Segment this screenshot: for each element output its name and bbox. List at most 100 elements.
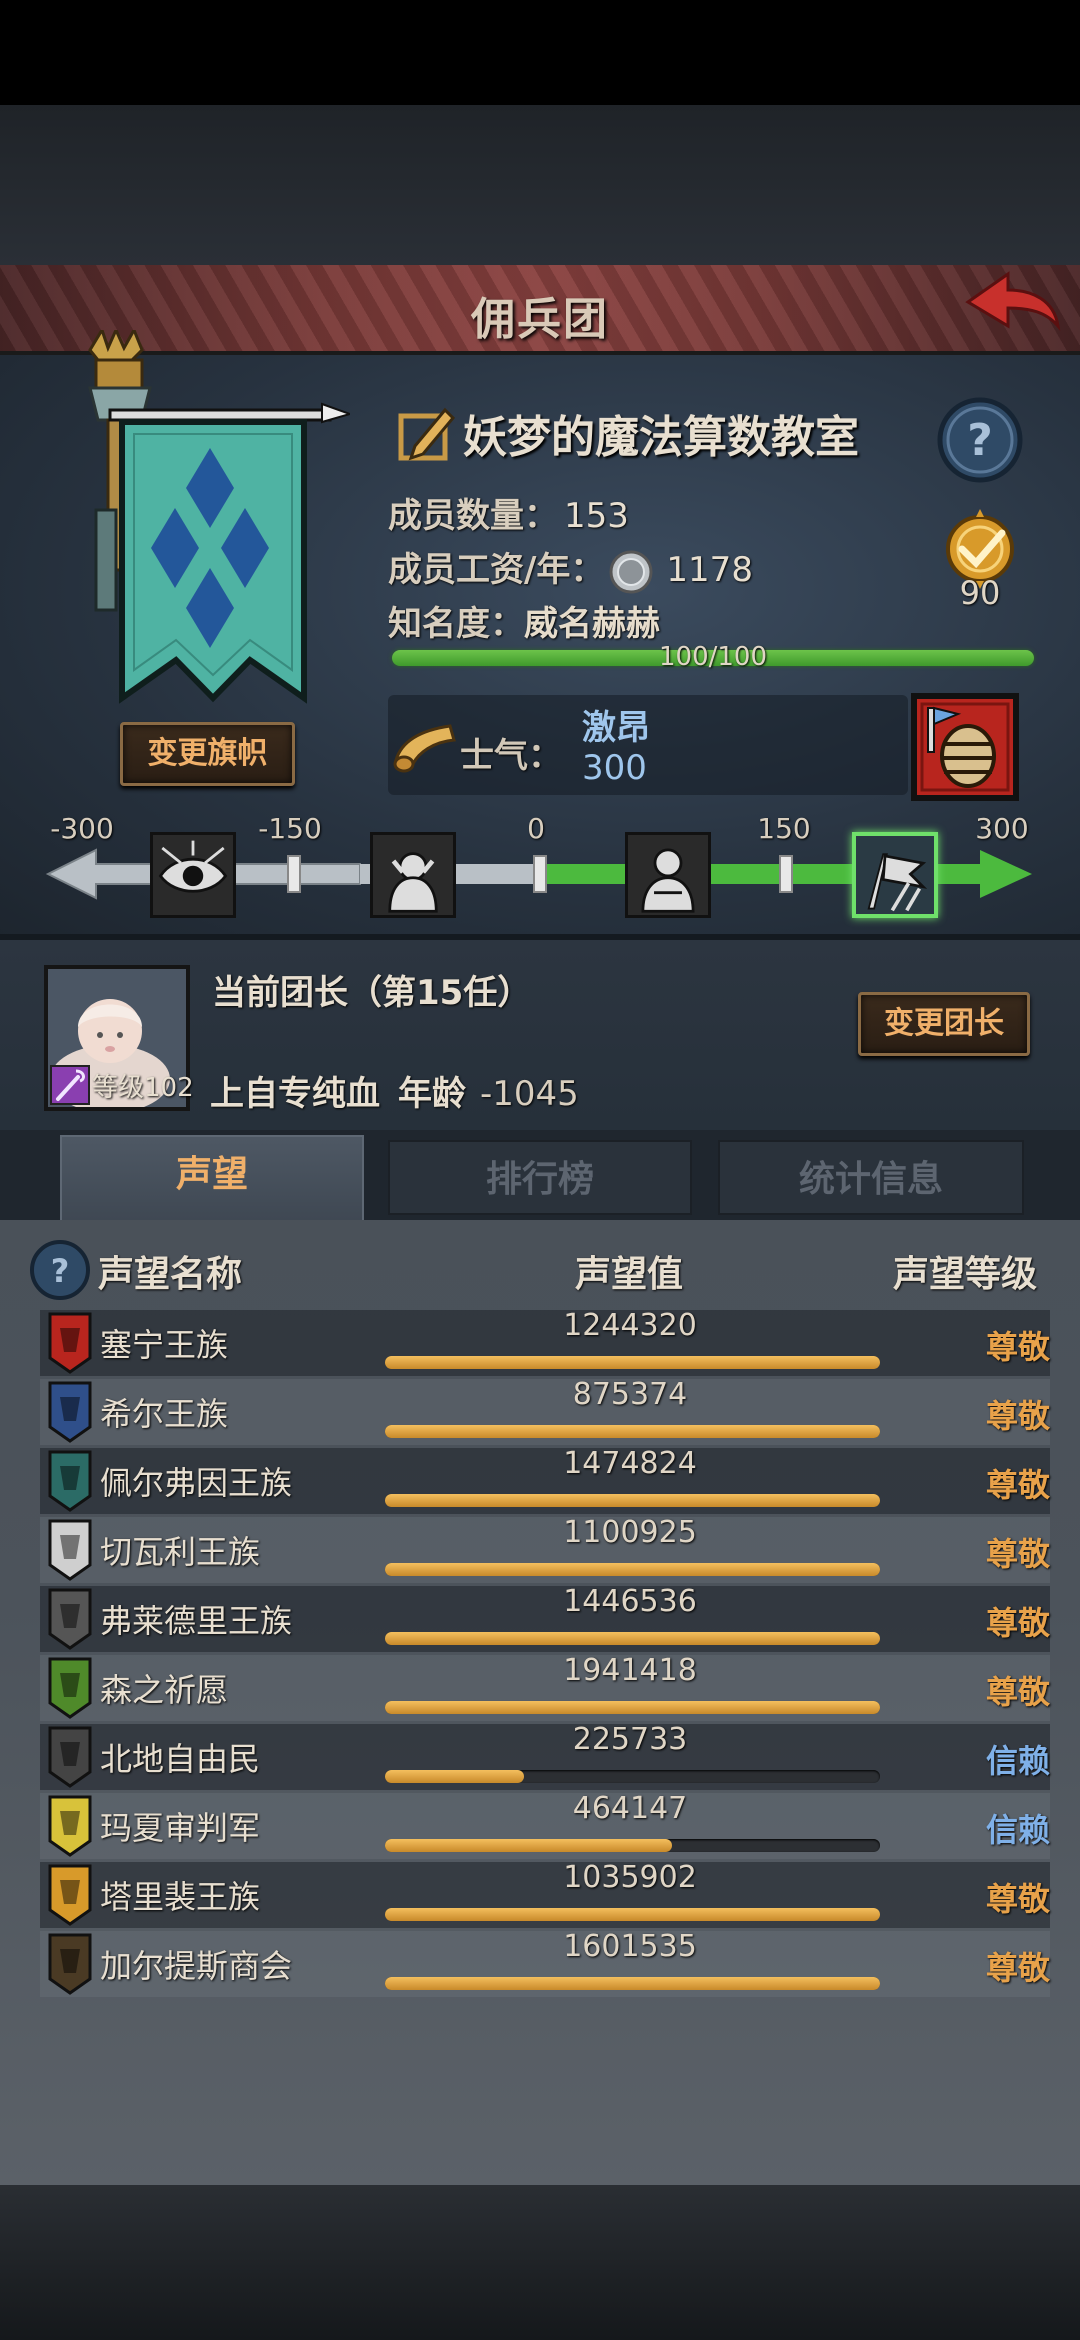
- member-wage: 1178: [666, 550, 753, 590]
- reputation-progress-bar: [385, 1632, 880, 1645]
- reputation-value: 1941418: [563, 1653, 697, 1688]
- reputation-value: 1035902: [563, 1860, 697, 1895]
- guild-name-row: 妖梦的魔法算数教室: [395, 398, 859, 468]
- reputation-level: 尊敬: [985, 1673, 1050, 1711]
- reputation-level: 尊敬: [985, 1328, 1050, 1366]
- reputation-level: 尊敬: [985, 1397, 1050, 1435]
- mage-class-icon: [50, 1065, 90, 1105]
- reputation-value: 1601535: [563, 1929, 697, 1964]
- morale-inspired-icon[interactable]: [852, 832, 938, 918]
- achievement-count: 90: [959, 574, 1001, 612]
- reputation-progress-fill: [385, 1977, 880, 1990]
- reputation-level: 信赖: [985, 1742, 1050, 1780]
- reputation-level: 信赖: [985, 1811, 1050, 1849]
- faction-name: 佩尔弗因王族: [100, 1464, 293, 1502]
- back-arrow-icon[interactable]: [962, 268, 1062, 338]
- axe-crest-icon: [48, 1726, 92, 1788]
- leader-age-label: 年龄: [398, 1074, 466, 1114]
- reputation-value: 1474824: [563, 1446, 697, 1481]
- supply-barrel-icon[interactable]: [910, 692, 1020, 802]
- reputation-progress-bar: [385, 1494, 880, 1507]
- fame-rank: 威名赫赫: [524, 604, 660, 644]
- change-flag-button[interactable]: 变更旗帜: [120, 722, 295, 786]
- reputation-progress-bar: [385, 1356, 880, 1369]
- faction-name: 塔里裴王族: [100, 1878, 261, 1916]
- top-backdrop: [0, 105, 1080, 265]
- reputation-progress-bar: [385, 1908, 880, 1921]
- fame-line: 知名度：威名赫赫: [388, 604, 660, 644]
- reputation-progress-bar: [385, 1425, 880, 1438]
- reputation-help-icon[interactable]: ?: [28, 1238, 92, 1302]
- reputation-progress-fill: [385, 1494, 880, 1507]
- reputation-progress-fill: [385, 1425, 880, 1438]
- scales-crest-icon: [48, 1519, 92, 1581]
- reputation-value: 1446536: [563, 1584, 697, 1619]
- yellow-sword-crest-icon: [48, 1795, 92, 1857]
- morale-despair-eye-icon[interactable]: [150, 832, 236, 918]
- faction-name: 希尔王族: [100, 1395, 229, 1433]
- reputation-value: 875374: [572, 1377, 688, 1412]
- morale-tick-label: -300: [50, 812, 114, 845]
- leader-info: 上自专纯血 年龄 -1045: [210, 1066, 579, 1115]
- tree-crest-icon: [48, 1657, 92, 1719]
- leader-level: 等级102: [92, 1072, 194, 1103]
- chest-crest-icon: [48, 1933, 92, 1995]
- reputation-progress-fill: [385, 1701, 880, 1714]
- reputation-level: 尊敬: [985, 1604, 1050, 1642]
- tab-leaderboard[interactable]: 排行榜: [388, 1140, 692, 1215]
- svg-text:?: ?: [51, 1252, 70, 1290]
- help-icon[interactable]: ?: [935, 395, 1025, 485]
- tab-statistics[interactable]: 统计信息: [718, 1140, 1024, 1215]
- change-leader-button[interactable]: 变更团长: [858, 992, 1030, 1056]
- faction-name: 森之祈愿: [100, 1671, 229, 1709]
- edit-name-icon[interactable]: [395, 402, 457, 464]
- tab-reputation[interactable]: 声望: [60, 1135, 364, 1225]
- reputation-level: 尊敬: [985, 1880, 1050, 1918]
- reputation-progress-bar: [385, 1839, 880, 1852]
- morale-tick-label: 300: [975, 812, 1029, 845]
- morale-value: 300: [582, 748, 647, 788]
- reputation-name-header: 声望名称: [98, 1254, 243, 1295]
- reputation-progress-fill: [385, 1839, 673, 1852]
- reputation-progress-bar: [385, 1701, 880, 1714]
- guild-flag-icon[interactable]: [50, 330, 350, 710]
- reputation-progress-fill: [385, 1770, 524, 1783]
- morale-fear-icon[interactable]: [370, 832, 456, 918]
- faction-name: 玛夏审判军: [100, 1809, 261, 1847]
- faction-name: 塞宁王族: [100, 1326, 229, 1364]
- reputation-level: 尊敬: [985, 1535, 1050, 1573]
- leader-name: 上自专纯血: [210, 1074, 380, 1114]
- reputation-value: 1100925: [563, 1515, 697, 1550]
- teal-moon-crest-icon: [48, 1450, 92, 1512]
- morale-label: 士气：: [460, 736, 562, 776]
- reputation-value-header: 声望值: [575, 1254, 684, 1295]
- reputation-progress-fill: [385, 1908, 880, 1921]
- member-count: 153: [564, 496, 629, 536]
- blue-helmet-crest-icon: [48, 1381, 92, 1443]
- fame-progress-text: 100/100: [658, 642, 767, 672]
- leader-level-badge: 等级102: [50, 1063, 194, 1107]
- reputation-progress-fill: [385, 1563, 880, 1576]
- reputation-level: 尊敬: [985, 1466, 1050, 1504]
- faction-name: 切瓦利王族: [100, 1533, 261, 1571]
- reputation-progress-bar: [385, 1563, 880, 1576]
- morale-tick-label: -150: [258, 812, 322, 845]
- reputation-level: 尊敬: [985, 1949, 1050, 1987]
- reputation-value: 225733: [572, 1722, 688, 1757]
- red-tower-crest-icon: [48, 1312, 92, 1374]
- faction-name: 北地自由民: [100, 1740, 261, 1778]
- reputation-value: 1244320: [563, 1308, 697, 1343]
- morale-tick-label: 150: [757, 812, 811, 845]
- silver-coin-icon: [609, 550, 653, 593]
- reputation-progress-bar: [385, 1770, 880, 1783]
- morale-state: 激昂: [582, 708, 650, 748]
- faction-name: 加尔提斯商会: [100, 1947, 293, 1985]
- morale-tick-label: 0: [527, 812, 545, 845]
- status-bar-area: [0, 0, 1080, 105]
- guild-name: 妖梦的魔法算数教室: [463, 412, 859, 463]
- faction-name: 弗莱德里王族: [100, 1602, 293, 1640]
- wolf-crest-icon: [48, 1588, 92, 1650]
- morale-calm-icon[interactable]: [625, 832, 711, 918]
- bottom-backdrop: [0, 2185, 1080, 2340]
- reputation-progress-fill: [385, 1632, 880, 1645]
